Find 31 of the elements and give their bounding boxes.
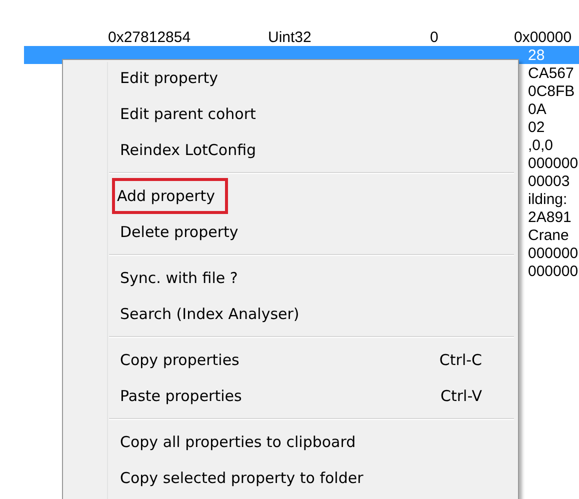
menu-item[interactable]: Delete property <box>65 216 516 248</box>
table-cell: 0x00000 <box>514 28 572 46</box>
shortcut-text: Ctrl-V <box>440 387 482 405</box>
menu-item[interactable]: Copy all properties to clipboard <box>65 426 516 458</box>
highlighted-menu-label: Add property <box>112 178 228 214</box>
table-cell: 0x27812854 <box>108 28 191 46</box>
table-cell: 00003 <box>528 172 570 190</box>
table-cell: Crane <box>528 226 569 244</box>
table-cell: 0 <box>430 28 438 46</box>
table-cell: ,0,0 <box>528 136 554 154</box>
table-cell: 000000 <box>528 262 578 280</box>
table-cell: 28 <box>528 46 545 64</box>
table-cell: 000000 <box>528 154 578 172</box>
menu-item[interactable]: Add property <box>65 180 516 212</box>
menu-item[interactable]: Reindex LotConfig <box>65 134 516 166</box>
table-cell: 000000 <box>528 244 578 262</box>
menu-item[interactable]: Copy selected property to folder <box>65 462 516 494</box>
table-cell: 0C8FB <box>528 82 575 100</box>
menu-item[interactable]: Edit property <box>65 62 516 94</box>
shortcut-text: Ctrl-C <box>439 351 482 369</box>
table-cell: CA567 <box>528 64 574 82</box>
menu-item[interactable]: Paste properties Ctrl-V <box>65 380 516 412</box>
table-cell: 2A891 <box>528 208 572 226</box>
table-cell: ilding: <box>528 190 568 208</box>
table-cell: 02 <box>528 118 545 136</box>
table-cell: 0A <box>528 100 546 118</box>
menu-item[interactable]: Sync. with file ? <box>65 262 516 294</box>
menu-item[interactable]: Edit parent cohort <box>65 98 516 130</box>
table-cell: Uint32 <box>268 28 312 46</box>
menu-item[interactable]: Search (Index Analyser) <box>65 298 516 330</box>
menu-item[interactable]: Copy properties Ctrl-C <box>65 344 516 376</box>
